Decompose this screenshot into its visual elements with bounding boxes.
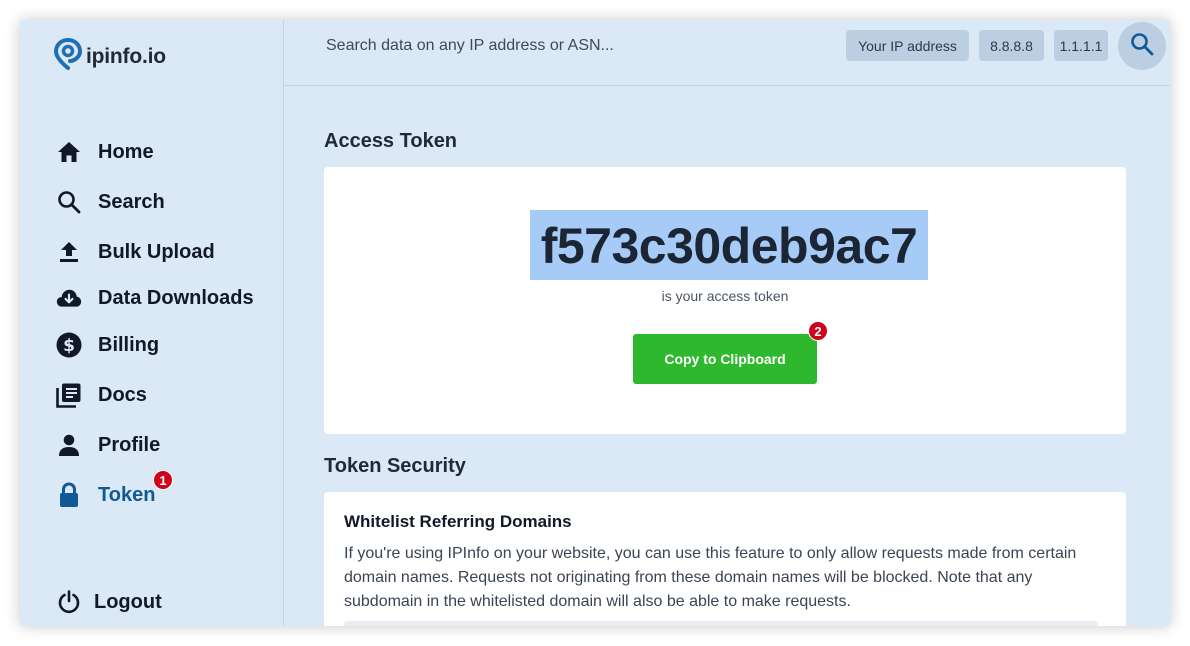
sidebar: ipinfo.io Home Search Bulk Upload Data D xyxy=(20,20,284,626)
token-security-title: Token Security xyxy=(324,455,466,477)
security-card: Whitelist Referring Domains If you're us… xyxy=(324,492,1126,626)
lock-icon xyxy=(56,482,82,508)
sidebar-item-label: Profile xyxy=(98,433,161,456)
sidebar-item-label: Search xyxy=(98,190,165,213)
token-caption: is your access token xyxy=(661,288,789,304)
location-pin-icon xyxy=(53,38,83,75)
dollar-icon: $ xyxy=(56,332,82,358)
home-icon xyxy=(56,139,82,165)
your-ip-chip[interactable]: Your IP address xyxy=(846,30,969,61)
notification-badge: 2 xyxy=(808,321,828,341)
sidebar-item-token[interactable]: Token xyxy=(56,482,155,508)
token-card: f573c30deb9ac7 is your access token Copy… xyxy=(324,167,1126,434)
sidebar-item-label: Token xyxy=(98,483,156,506)
sidebar-item-home[interactable]: Home xyxy=(56,139,154,165)
sidebar-item-billing[interactable]: $ Billing xyxy=(56,332,159,358)
ip-chip-1111[interactable]: 1.1.1.1 xyxy=(1054,30,1108,61)
sidebar-item-data-downloads[interactable]: Data Downloads xyxy=(56,285,254,311)
ip-chip-8888[interactable]: 8.8.8.8 xyxy=(979,30,1044,61)
person-icon xyxy=(56,432,82,458)
notification-badge: 1 xyxy=(153,470,173,490)
sidebar-item-label: Docs xyxy=(98,383,147,406)
logout-button[interactable]: Logout xyxy=(56,589,162,615)
sidebar-item-profile[interactable]: Profile xyxy=(56,432,160,458)
whitelist-description: If you're using IPInfo on your website, … xyxy=(344,545,1077,610)
sidebar-item-docs[interactable]: Docs xyxy=(56,382,147,408)
whitelist-heading: Whitelist Referring Domains xyxy=(344,512,572,531)
token-highlight: f573c30deb9ac7 xyxy=(530,210,928,280)
search-icon xyxy=(1130,32,1154,61)
sidebar-item-label: Billing xyxy=(98,333,160,356)
search-input[interactable]: Search data on any IP address or ASN... xyxy=(326,37,614,55)
logo-text: ipinfo.io xyxy=(86,44,166,68)
sidebar-item-label: Home xyxy=(98,140,154,163)
search-icon xyxy=(56,189,82,215)
sidebar-item-label: Data Downloads xyxy=(98,286,254,309)
sidebar-item-bulk-upload[interactable]: Bulk Upload xyxy=(56,239,215,265)
logo[interactable]: ipinfo.io xyxy=(53,38,166,75)
access-token-title: Access Token xyxy=(324,130,458,152)
power-icon xyxy=(56,589,82,615)
search-button[interactable] xyxy=(1118,22,1166,70)
sidebar-item-search[interactable]: Search xyxy=(56,189,165,215)
access-token-value[interactable]: f573c30deb9ac7 xyxy=(530,210,928,280)
docs-icon xyxy=(56,382,82,408)
app-window: ipinfo.io Home Search Bulk Upload Data D xyxy=(20,20,1170,626)
sidebar-item-label: Bulk Upload xyxy=(98,240,215,263)
top-bar: Search data on any IP address or ASN... … xyxy=(284,20,1170,86)
domains-input[interactable] xyxy=(344,621,1098,626)
copy-to-clipboard-button[interactable]: Copy to Clipboard xyxy=(633,334,817,384)
upload-icon xyxy=(56,239,82,265)
logout-label: Logout xyxy=(94,590,162,613)
cloud-download-icon xyxy=(56,285,82,311)
svg-text:$: $ xyxy=(63,336,75,356)
